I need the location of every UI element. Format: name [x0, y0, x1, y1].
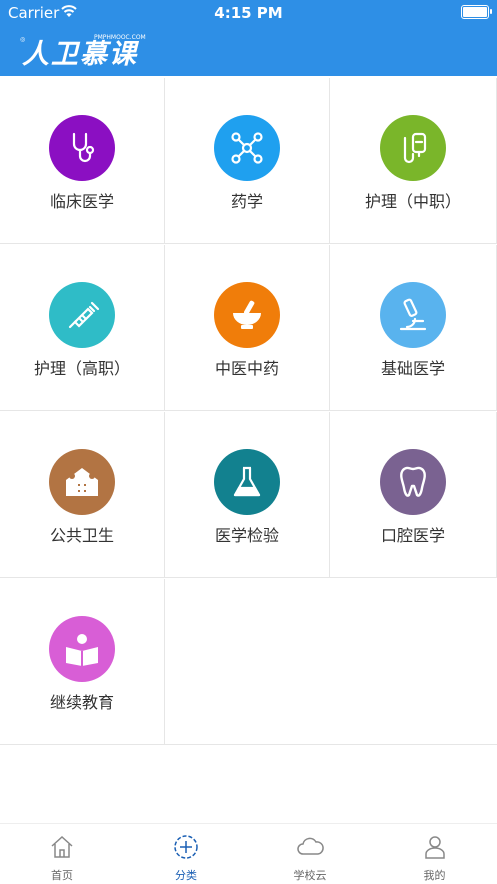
tab-label: 我的	[423, 869, 446, 882]
category-label: 口腔医学	[380, 526, 445, 545]
category-plus-icon	[174, 835, 198, 859]
tab-me[interactable]: 我的	[372, 824, 497, 884]
category-lab-medicine[interactable]: 医学检验	[165, 412, 330, 578]
category-clinical-medicine[interactable]: 临床医学	[0, 78, 165, 244]
user-icon	[424, 836, 445, 859]
tab-label: 学校云	[293, 869, 327, 882]
tab-label: 分类	[175, 869, 197, 882]
empty-cell	[165, 579, 497, 745]
tab-home[interactable]: 首页	[0, 824, 124, 884]
logo-subtext: PMPHMOOC.COM	[94, 34, 146, 41]
category-tcm[interactable]: 中医中药	[165, 245, 330, 411]
tab-category[interactable]: 分类	[124, 824, 248, 884]
tab-label: 首页	[51, 869, 73, 882]
status-bar: Carrier 4:15 PM	[0, 0, 497, 26]
category-label: 药学	[230, 192, 263, 211]
category-continuing-education[interactable]: 继续教育	[0, 579, 165, 745]
category-label: 中医中药	[214, 359, 279, 378]
logo-badge-icon: ◎	[20, 36, 26, 43]
tooth-icon	[380, 449, 446, 515]
category-label: 医学检验	[214, 526, 279, 545]
microscope-icon	[380, 282, 446, 348]
category-label: 护理（高职）	[33, 359, 130, 378]
app-logo: ◎ 人卫慕课 PMPHMOOC.COM	[20, 34, 146, 70]
iv-drip-icon	[380, 115, 446, 181]
tab-bar: 首页 分类 学校云 我的	[0, 823, 497, 884]
molecule-icon	[214, 115, 280, 181]
flask-icon	[214, 449, 280, 515]
category-label: 护理（中职）	[364, 192, 461, 211]
home-icon	[51, 835, 73, 858]
category-label: 基础医学	[380, 359, 445, 378]
reader-book-icon	[49, 616, 115, 682]
category-stomatology[interactable]: 口腔医学	[330, 412, 497, 578]
mortar-pestle-icon	[214, 282, 280, 348]
category-basic-medicine[interactable]: 基础医学	[330, 245, 497, 411]
status-time: 4:15 PM	[214, 4, 283, 22]
tab-school-cloud[interactable]: 学校云	[248, 824, 372, 884]
category-pharmacy[interactable]: 药学	[165, 78, 330, 244]
category-label: 临床医学	[49, 192, 114, 211]
top-bar: Carrier 4:15 PM ◎ 人卫慕课 PMPHMOOC.COM	[0, 0, 497, 76]
category-nursing-vocational[interactable]: 护理（高职）	[0, 245, 165, 411]
category-label: 公共卫生	[49, 526, 114, 545]
family-health-icon	[49, 449, 115, 515]
category-public-health[interactable]: 公共卫生	[0, 412, 165, 578]
battery-icon	[461, 5, 492, 19]
cloud-icon	[297, 837, 324, 855]
stethoscope-icon	[49, 115, 115, 181]
syringe-icon	[49, 282, 115, 348]
category-label: 继续教育	[49, 693, 114, 712]
category-nursing-secondary[interactable]: 护理（中职）	[330, 78, 497, 244]
